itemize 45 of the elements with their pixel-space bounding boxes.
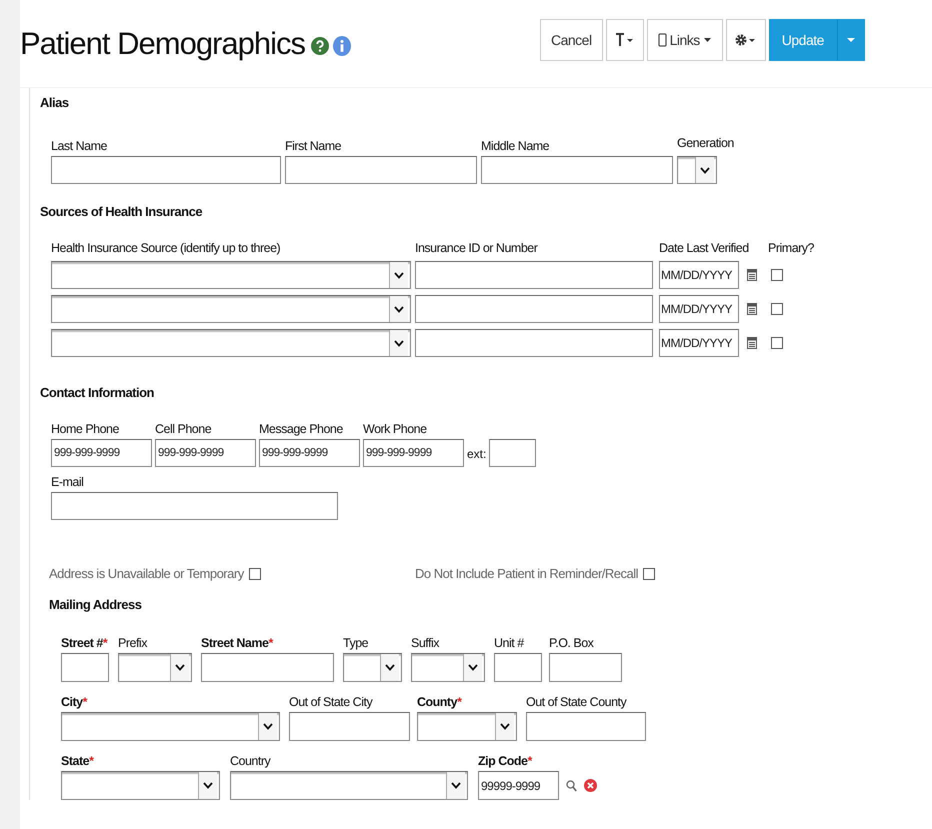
field-label: Street Name* — [201, 636, 274, 650]
field-label: Country — [230, 754, 272, 768]
field-label: Street #* — [61, 636, 109, 650]
field-label: Suffix — [411, 636, 440, 650]
section-heading: Contact Information — [40, 384, 155, 400]
field-label: Cell Phone — [155, 422, 212, 436]
section-heading: Sources of Health Insurance — [40, 203, 204, 219]
field-label: Work Phone — [363, 422, 428, 436]
field-label: Message Phone — [259, 422, 344, 436]
option-label: Do Not Include Patient in Reminder/Recall — [415, 566, 638, 581]
cancel-button[interactable]: Cancel — [540, 18, 603, 60]
field-label: Unit # — [494, 636, 526, 650]
column-label: Primary? — [768, 241, 814, 255]
field-label: Out of State County — [526, 695, 628, 709]
field-label: City* — [61, 695, 88, 709]
date-field[interactable]: MM/DD/YYYY — [659, 295, 739, 323]
column-label: Health Insurance Source (identify up to three) — [51, 241, 282, 255]
field-label: State* — [61, 754, 95, 768]
column-label: Insurance ID or Number — [415, 241, 539, 255]
phone-field[interactable]: 999-999-9999 — [51, 439, 152, 467]
field-label: Generation — [677, 136, 734, 150]
field-label: Prefix — [118, 636, 148, 650]
zip-code-field[interactable]: 99999-9999 — [478, 771, 559, 800]
phone-field[interactable]: 999-999-9999 — [259, 439, 360, 467]
field-label: Last Name — [51, 139, 107, 153]
field-label: ext: — [467, 447, 486, 461]
section-heading: Alias — [40, 94, 70, 110]
page-title: Patient Demographics — [20, 26, 305, 62]
field-label: Home Phone — [51, 422, 120, 436]
field-label: E-mail — [51, 475, 84, 489]
field-label: Middle Name — [481, 139, 550, 153]
column-label: Date Last Verified — [659, 241, 750, 255]
section-heading: Mailing Address — [48, 596, 142, 612]
phone-field[interactable]: 999-999-9999 — [363, 439, 464, 467]
option-label: Address is Unavailable or Temporary — [49, 566, 244, 581]
field-label: County* — [417, 695, 463, 709]
field-label: First Name — [285, 139, 342, 153]
field-label: Zip Code* — [478, 754, 534, 768]
field-label: Type — [343, 636, 370, 650]
links-button[interactable]: Links — [646, 18, 723, 60]
date-field[interactable]: MM/DD/YYYY — [659, 329, 739, 357]
field-label: Out of State City — [289, 695, 374, 709]
date-field[interactable]: MM/DD/YYYY — [659, 261, 739, 289]
field-label: P.O. Box — [549, 636, 594, 650]
phone-field[interactable]: 999-999-9999 — [155, 439, 256, 467]
